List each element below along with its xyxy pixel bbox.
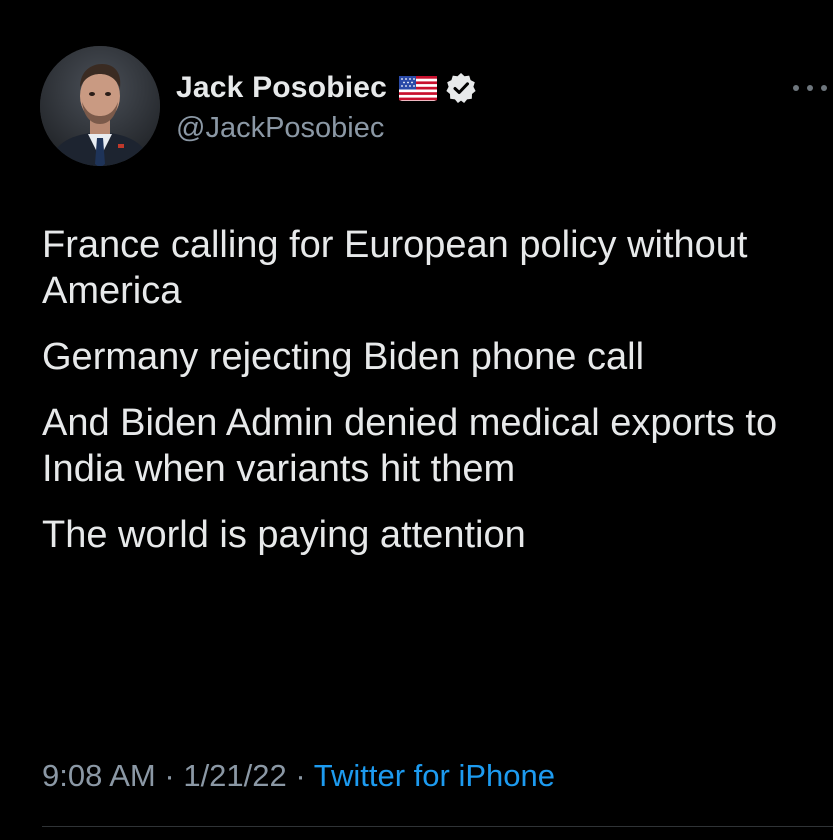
verified-badge-icon <box>445 72 477 104</box>
tweet-paragraph: France calling for European policy witho… <box>42 224 748 312</box>
tweet-time[interactable]: 9:08 AM <box>42 758 156 793</box>
divider <box>42 826 833 827</box>
author-name-row[interactable]: Jack Posobiec <box>176 68 477 108</box>
tweet-text: France calling for European policy witho… <box>42 222 812 578</box>
tweet-paragraph: The world is paying attention <box>42 514 526 556</box>
us-flag-icon <box>399 75 438 101</box>
tweet-paragraph: Germany rejecting Biden phone call <box>42 336 645 378</box>
avatar[interactable] <box>40 46 160 166</box>
tweet-paragraph: And Biden Admin denied medical exports t… <box>42 402 778 490</box>
meta-separator: · <box>295 758 306 793</box>
profile-photo-icon <box>40 46 160 166</box>
tweet-metadata: 9:08 AM · 1/21/22 · Twitter for iPhone <box>42 758 555 794</box>
tweet-source-link[interactable]: Twitter for iPhone <box>314 758 555 793</box>
tweet-date[interactable]: 1/21/22 <box>183 758 286 793</box>
author-handle[interactable]: @JackPosobiec <box>176 112 384 145</box>
tweet-card: Jack Posobiec @JackPosobiec France calli… <box>0 0 833 840</box>
meta-separator: · <box>164 758 175 793</box>
more-options-icon[interactable] <box>790 80 830 96</box>
display-name[interactable]: Jack Posobiec <box>176 71 387 105</box>
